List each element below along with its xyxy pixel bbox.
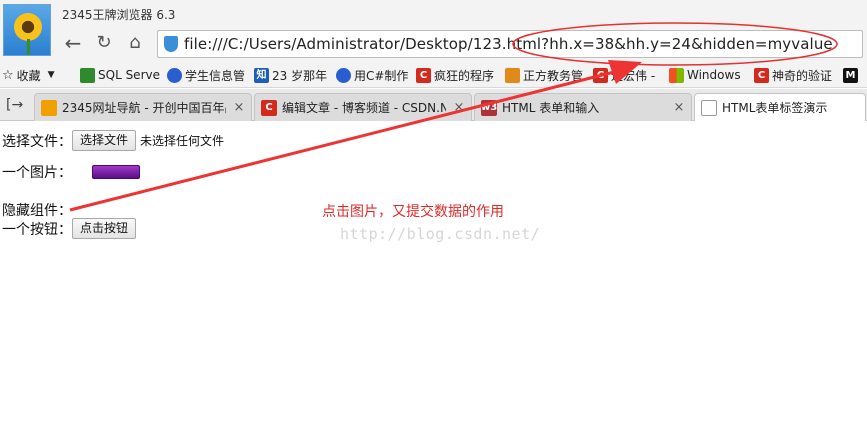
browser-logo: [3, 4, 51, 56]
reload-icon[interactable]: ↻: [91, 30, 117, 56]
image-submit-button[interactable]: [92, 165, 140, 179]
sunflower-icon: [14, 13, 42, 41]
tab-html-forms[interactable]: w3 HTML 表单和输入 ×: [474, 93, 692, 121]
browser-chrome: 2345王牌浏览器 6.3 ← ↻ ⌂ file:///C:/Users/Adm…: [0, 0, 867, 62]
button-row: 一个按钮： 点击按钮: [2, 218, 137, 239]
home-icon[interactable]: ⌂: [122, 30, 148, 56]
2345-icon: [41, 99, 57, 116]
close-icon[interactable]: ×: [451, 100, 467, 115]
chevron-down-icon[interactable]: ▼: [48, 70, 55, 80]
bookmark-item[interactable]: 知 23 岁那年: [254, 66, 327, 84]
file-label: 选择文件：: [2, 133, 72, 150]
tab-form-demo[interactable]: HTML表单标签演示: [694, 93, 866, 121]
csdn-icon: C: [416, 67, 431, 83]
bookmark-item[interactable]: 用C#制作: [336, 66, 408, 84]
csdn-icon: C: [261, 99, 277, 116]
bookmark-item[interactable]: C 连宏伟 -: [593, 66, 655, 84]
back-arrow-icon[interactable]: ←: [60, 30, 86, 56]
address-url[interactable]: file:///C:/Users/Administrator/Desktop/1…: [184, 35, 833, 53]
security-shield-icon: [164, 36, 178, 52]
w3-icon: w3: [481, 99, 497, 116]
bookmark-item[interactable]: 正方教务管: [505, 66, 583, 84]
star-icon: ☆: [2, 67, 14, 83]
bookmark-item[interactable]: C 疯狂的程序: [416, 66, 494, 84]
file-status: 未选择任何文件: [140, 134, 225, 148]
bookmarks-bar: ☆ 收藏 ▼ SQL Serve 学生信息管 知 23 岁那年 用C#制作 C …: [0, 62, 867, 88]
bookmark-favorites[interactable]: ☆ 收藏 ▼: [2, 66, 55, 84]
csdn-icon: C: [754, 67, 769, 83]
page-icon: [701, 99, 717, 116]
bookmark-item[interactable]: M: [843, 66, 858, 84]
page-content: 选择文件： 选择文件 未选择任何文件 一个图片： 隐藏组件： 一个按钮： 点击按…: [0, 122, 867, 446]
sql-server-icon: [80, 67, 95, 83]
image-row: 一个图片：: [2, 162, 140, 182]
windows-icon: [669, 67, 684, 83]
annotation-text: 点击图片，又提交数据的作用: [322, 204, 504, 220]
paw-icon: [167, 67, 182, 83]
tab-2345[interactable]: 2345网址导航 - 开创中国百年品牌 ×: [34, 93, 252, 121]
tab-strip: [→ 2345网址导航 - 开创中国百年品牌 × C 编辑文章 - 博客频道 -…: [0, 89, 867, 121]
ms-icon: M: [843, 67, 858, 83]
cube-icon: [505, 67, 520, 83]
file-row: 选择文件： 选择文件 未选择任何文件: [2, 130, 224, 151]
tab-csdn-edit[interactable]: C 编辑文章 - 博客频道 - CSDN.NET ×: [254, 93, 472, 121]
paw-icon: [336, 67, 351, 83]
address-bar[interactable]: file:///C:/Users/Administrator/Desktop/1…: [157, 30, 863, 58]
button-label: 一个按钮：: [2, 221, 72, 238]
close-icon[interactable]: ×: [671, 100, 687, 115]
choose-file-button[interactable]: 选择文件: [72, 130, 137, 151]
bookmark-item[interactable]: SQL Serve: [80, 66, 160, 84]
window-title: 2345王牌浏览器 6.3: [62, 8, 176, 22]
image-label: 一个图片：: [2, 165, 72, 181]
csdn-icon: C: [593, 67, 608, 83]
hidden-label: 隐藏组件：: [2, 203, 72, 219]
zhi-icon: 知: [254, 67, 269, 83]
bookmark-item[interactable]: Windows: [669, 66, 741, 84]
bookmark-item[interactable]: C 神奇的验证: [754, 66, 832, 84]
close-icon[interactable]: ×: [231, 100, 247, 115]
click-button[interactable]: 点击按钮: [72, 218, 137, 239]
bookmark-item[interactable]: 学生信息管: [167, 66, 245, 84]
tab-restore-icon[interactable]: [→: [6, 97, 23, 113]
watermark: http://blog.csdn.net/: [340, 225, 541, 243]
hidden-row: 隐藏组件：: [2, 200, 72, 220]
